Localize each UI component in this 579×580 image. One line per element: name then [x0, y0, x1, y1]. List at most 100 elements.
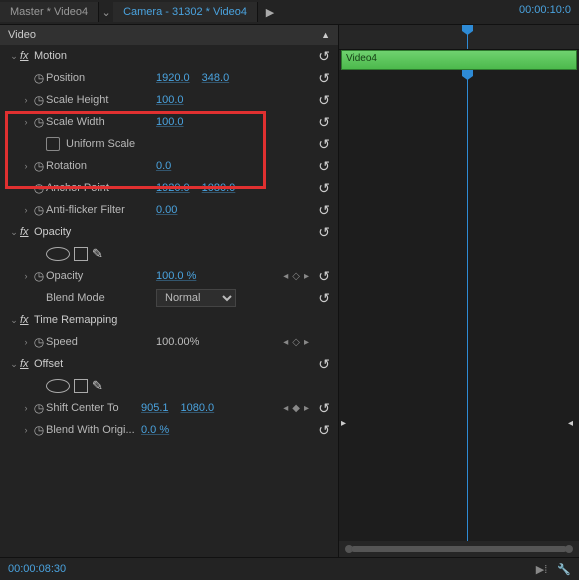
value-y[interactable]: 1080.0: [181, 402, 215, 414]
tab-dropdown[interactable]: ⌄: [99, 6, 113, 19]
effect-motion[interactable]: ⌄ fx Motion ↺: [0, 45, 338, 67]
stopwatch-icon[interactable]: ◷: [32, 159, 46, 173]
twirl-icon[interactable]: ›: [20, 425, 32, 435]
reset-icon[interactable]: ↺: [318, 70, 330, 87]
ellipse-mask-icon[interactable]: [46, 247, 70, 261]
timeline-clip[interactable]: Video4: [341, 50, 577, 70]
effect-title: Offset: [34, 358, 144, 370]
reset-icon[interactable]: ↺: [318, 224, 330, 241]
effect-title: Motion: [34, 50, 144, 62]
rect-mask-icon[interactable]: [74, 379, 88, 393]
effect-time-remapping[interactable]: ⌄ fx Time Remapping: [0, 309, 338, 331]
twirl-icon[interactable]: ›: [20, 205, 32, 215]
effect-offset[interactable]: ⌄ fx Offset ↺: [0, 353, 338, 375]
prop-label: Blend With Origi...: [46, 424, 141, 436]
time-ruler[interactable]: [339, 25, 579, 50]
reset-icon[interactable]: ↺: [318, 290, 330, 307]
keyframe-nav[interactable]: ◂◆▸: [282, 403, 310, 414]
pen-mask-icon[interactable]: ✎: [92, 246, 103, 262]
video-section-header[interactable]: Video ▲: [0, 25, 338, 45]
twirl-icon[interactable]: ›: [20, 337, 32, 347]
stopwatch-icon[interactable]: ◷: [32, 203, 46, 217]
reset-icon[interactable]: ↺: [318, 48, 330, 65]
reset-icon[interactable]: ↺: [318, 400, 330, 417]
reset-icon[interactable]: ↺: [318, 114, 330, 131]
zoom-in-knob[interactable]: [565, 545, 573, 553]
prop-scale-width: › ◷ Scale Width 100.0 ↺: [0, 111, 338, 133]
current-timecode[interactable]: 00:00:08:30: [8, 563, 66, 575]
twirl-icon[interactable]: ›: [20, 271, 32, 281]
twirl-icon[interactable]: ⌄: [8, 227, 20, 238]
stopwatch-icon[interactable]: ◷: [32, 401, 46, 415]
kf-marker-right[interactable]: ◂: [568, 418, 573, 429]
stopwatch-icon[interactable]: ◷: [32, 115, 46, 129]
blend-mode-select[interactable]: Normal: [156, 289, 236, 307]
keyframe-nav[interactable]: ◂◇▸: [282, 271, 310, 282]
effect-title: Opacity: [34, 226, 144, 238]
timeline-scrollbar[interactable]: [339, 541, 579, 557]
uniform-scale-checkbox[interactable]: [46, 137, 60, 151]
stopwatch-icon[interactable]: ◷: [32, 269, 46, 283]
playback-icon[interactable]: ▶⁞: [536, 563, 548, 576]
reset-icon[interactable]: ↺: [318, 422, 330, 439]
value-x[interactable]: 1920.0: [156, 72, 190, 84]
master-tab[interactable]: Master * Video4: [0, 2, 99, 22]
stopwatch-icon[interactable]: ◷: [32, 93, 46, 107]
stopwatch-icon[interactable]: ◷: [32, 181, 46, 195]
prop-label: Opacity: [46, 270, 156, 282]
sequence-timecode[interactable]: 00:00:10:0: [519, 4, 571, 16]
playhead-line[interactable]: [467, 70, 468, 541]
twirl-icon[interactable]: ⌄: [8, 359, 20, 370]
reset-icon[interactable]: ↺: [318, 136, 330, 153]
value[interactable]: 0.00: [156, 204, 177, 216]
value[interactable]: 100.00%: [156, 336, 199, 348]
ellipse-mask-icon[interactable]: [46, 379, 70, 393]
reset-icon[interactable]: ↺: [318, 356, 330, 373]
fx-badge-icon[interactable]: fx: [20, 50, 34, 62]
value-x[interactable]: 1920.0: [156, 182, 190, 194]
fx-badge-icon[interactable]: fx: [20, 314, 34, 326]
stopwatch-icon[interactable]: ◷: [32, 423, 46, 437]
kf-marker-left[interactable]: ▸: [341, 418, 346, 429]
pen-mask-icon[interactable]: ✎: [92, 378, 103, 394]
wrench-icon[interactable]: 🔧: [557, 563, 571, 576]
collapse-icon[interactable]: ▲: [321, 30, 330, 40]
rect-mask-icon[interactable]: [74, 247, 88, 261]
twirl-icon[interactable]: ›: [20, 161, 32, 171]
value[interactable]: 0.0 %: [141, 424, 169, 436]
keyframe-area[interactable]: ◂ ▸: [339, 70, 579, 541]
twirl-icon[interactable]: ›: [20, 403, 32, 413]
value-y[interactable]: 1080.0: [202, 182, 236, 194]
twirl-icon[interactable]: ›: [20, 117, 32, 127]
twirl-icon[interactable]: ›: [20, 95, 32, 105]
reset-icon[interactable]: ↺: [318, 268, 330, 285]
value[interactable]: 0.0: [156, 160, 171, 172]
reset-icon[interactable]: ↺: [318, 92, 330, 109]
playhead[interactable]: [467, 25, 468, 49]
value[interactable]: 100.0 %: [156, 270, 196, 282]
twirl-icon[interactable]: ⌄: [8, 315, 20, 326]
effect-opacity[interactable]: ⌄ fx Opacity ↺: [0, 221, 338, 243]
value[interactable]: 100.0: [156, 116, 184, 128]
source-tab[interactable]: Camera - 31302 * Video4: [113, 2, 258, 22]
play-only-icon[interactable]: ▶: [258, 6, 282, 19]
reset-icon[interactable]: ↺: [318, 180, 330, 197]
prop-label: Scale Height: [46, 94, 156, 106]
timeline-panel: Video4 ◂ ▸: [338, 25, 579, 557]
reset-icon[interactable]: ↺: [318, 202, 330, 219]
fx-badge-icon[interactable]: fx: [20, 358, 34, 370]
stopwatch-icon[interactable]: ◷: [32, 71, 46, 85]
value-x[interactable]: 905.1: [141, 402, 169, 414]
prop-blend-mode: Blend Mode Normal ↺: [0, 287, 338, 309]
video-section-label: Video: [8, 29, 36, 41]
twirl-icon[interactable]: ⌄: [8, 51, 20, 62]
stopwatch-icon[interactable]: ◷: [32, 335, 46, 349]
effect-controls-panel: Video ▲ ⌄ fx Motion ↺ ◷ Position 1920.0 …: [0, 25, 338, 557]
prop-label: Scale Width: [46, 116, 156, 128]
value[interactable]: 100.0: [156, 94, 184, 106]
value-y[interactable]: 348.0: [202, 72, 230, 84]
prev-kf-icon: ◂: [282, 271, 289, 282]
keyframe-nav[interactable]: ◂◇▸: [282, 337, 310, 348]
reset-icon[interactable]: ↺: [318, 158, 330, 175]
fx-badge-icon[interactable]: fx: [20, 226, 34, 238]
